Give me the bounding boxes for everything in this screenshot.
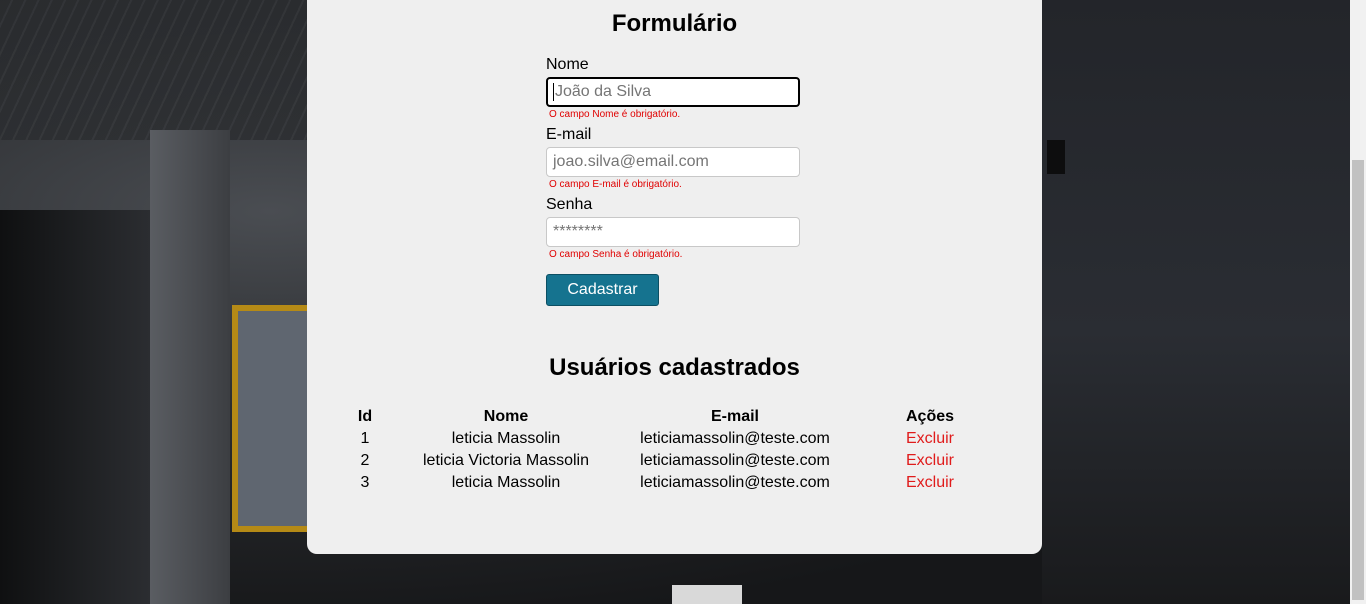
- form-title: Formulário: [611, 10, 738, 37]
- table-row: 1 leticia Massolin leticiamassolin@teste…: [307, 430, 1042, 452]
- senha-placeholder: ********: [553, 223, 603, 240]
- excluir-link[interactable]: Excluir: [880, 430, 980, 448]
- col-acoes: Ações: [905, 408, 955, 425]
- row-nome: leticia Victoria Massolin: [423, 452, 589, 469]
- table-header: Id Nome E-mail Ações: [307, 408, 1042, 430]
- row-email: leticiamassolin@teste.com: [640, 474, 830, 491]
- excluir-link[interactable]: Excluir: [880, 474, 980, 492]
- cadastrar-button[interactable]: Cadastrar: [546, 274, 659, 306]
- table-row: 3 leticia Massolin leticiamassolin@teste…: [307, 474, 1042, 496]
- senha-label: Senha: [546, 196, 593, 213]
- col-nome: Nome: [483, 408, 529, 425]
- nome-error: O campo Nome é obrigatório.: [549, 109, 681, 120]
- row-nome: leticia Massolin: [451, 474, 561, 491]
- row-email: leticiamassolin@teste.com: [640, 430, 830, 447]
- page-scrollbar[interactable]: [1350, 0, 1366, 604]
- senha-error: O campo Senha é obrigatório.: [549, 249, 683, 260]
- email-label: E-mail: [546, 126, 592, 143]
- users-title: Usuários cadastrados: [549, 354, 800, 381]
- row-id: 2: [360, 452, 370, 469]
- email-placeholder: joao.silva@email.com: [553, 153, 709, 170]
- nome-input[interactable]: João da Silva: [546, 77, 800, 107]
- main-card: Formulário Nome João da Silva O campo No…: [307, 0, 1042, 554]
- col-email: E-mail: [710, 408, 759, 425]
- senha-input[interactable]: ********: [546, 217, 800, 247]
- row-email: leticiamassolin@teste.com: [640, 452, 830, 469]
- nome-placeholder: João da Silva: [555, 83, 652, 100]
- excluir-link[interactable]: Excluir: [880, 452, 980, 470]
- nome-label: Nome: [546, 56, 589, 73]
- row-id: 3: [360, 474, 370, 491]
- email-input[interactable]: joao.silva@email.com: [546, 147, 800, 177]
- scrollbar-thumb[interactable]: [1352, 160, 1364, 600]
- email-error: O campo E-mail é obrigatório.: [549, 179, 682, 190]
- row-id: 1: [360, 430, 370, 447]
- col-id: Id: [357, 408, 373, 425]
- row-nome: leticia Massolin: [451, 430, 561, 447]
- table-row: 2 leticia Victoria Massolin leticiamasso…: [307, 452, 1042, 474]
